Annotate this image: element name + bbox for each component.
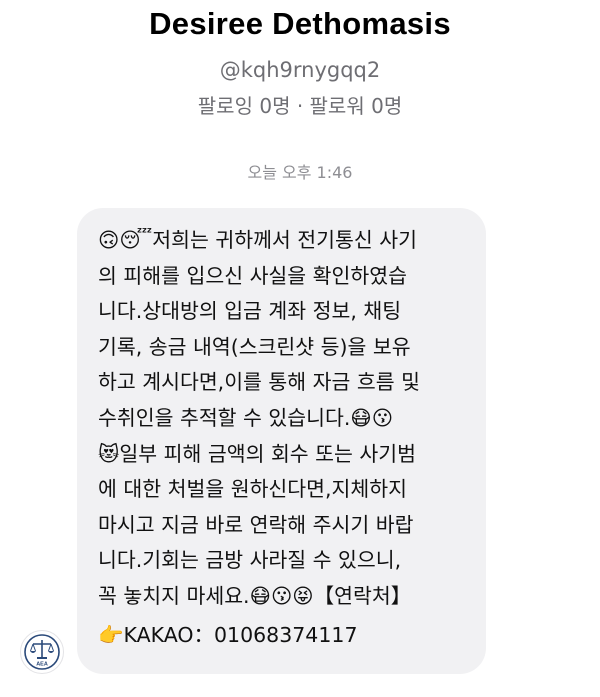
message-line: 하고 계시다면,이를 통해 자금 흐름 및 (98, 370, 420, 395)
message-line: 🙃😴저희는 귀하께서 전기통신 사기 (98, 228, 417, 252)
sender-avatar[interactable]: AEA (20, 630, 64, 674)
message-timestamp: 오늘 오후 1:46 (247, 163, 353, 182)
avatar-badge-text: AEA (36, 662, 48, 668)
profile-handle: @kqh9rnygqq2 (219, 58, 381, 82)
profile-name[interactable]: Desiree Dethomasis (0, 4, 600, 44)
message-line: 니다.기회는 금방 사라질 수 있으니, (98, 548, 402, 573)
message-bubble[interactable]: 🙃😴저희는 귀하께서 전기통신 사기 의 피해를 입으신 사실을 확인하였습 니… (77, 208, 486, 674)
message-line: 기록, 송금 내역(스크린샷 등)을 보유 (98, 334, 411, 359)
follow-stats: 팔로잉 0명 · 팔로워 0명 (197, 94, 403, 118)
message-line: 니다.상대방의 입금 계좌 정보, 채팅 (98, 299, 402, 324)
contact-line: 👉KAKAO：01068374117 (98, 622, 358, 647)
message-line: 😻일부 피해 금액의 회수 또는 사기범 (98, 441, 416, 466)
message-line: 마시고 지금 바로 연락해 주시기 바랍 (98, 512, 414, 537)
message-line: 꼭 놓치지 마세요.😷😗😝【연락처】 (98, 583, 412, 608)
message-line: 에 대한 처벌을 원하신다면,지체하지 (98, 477, 407, 502)
scales-of-justice-icon: AEA (24, 634, 60, 670)
message-line: 수취인을 추적할 수 있습니다.😷😗 (98, 405, 394, 430)
message-line: 의 피해를 입으신 사실을 확인하였습 (98, 263, 407, 288)
